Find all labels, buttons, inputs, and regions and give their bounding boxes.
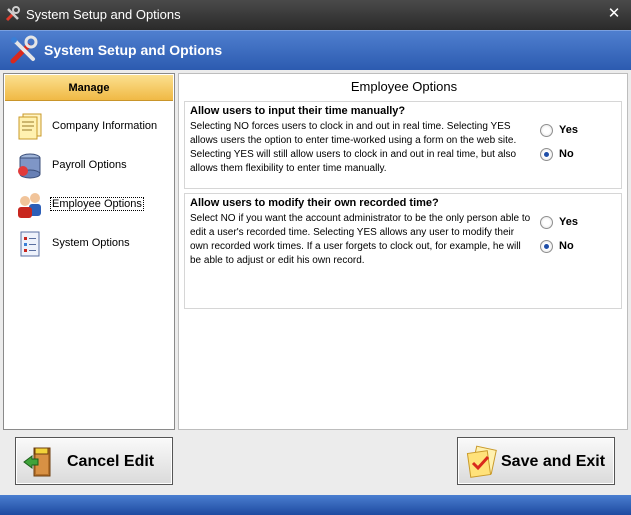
- header-band: System Setup and Options: [0, 30, 631, 70]
- modify-time-yes-option[interactable]: Yes: [540, 216, 610, 230]
- radio-no[interactable]: [540, 148, 553, 161]
- client-area: Manage Company Information Payroll Optio…: [0, 70, 631, 495]
- setup-tools-icon: [10, 35, 38, 64]
- radio-yes[interactable]: [540, 124, 553, 137]
- sidebar-item-label: Company Information: [52, 120, 158, 132]
- header-title: System Setup and Options: [44, 42, 223, 58]
- tools-icon: [5, 6, 20, 22]
- page-title: Employee Options: [350, 79, 458, 94]
- modify-time-group: Allow users to modify their own recorded…: [184, 193, 622, 309]
- window-title: System Setup and Options: [26, 7, 181, 22]
- manual-time-no-option[interactable]: No: [540, 148, 610, 162]
- group-question: Allow users to input their time manually…: [190, 105, 406, 117]
- sidebar: Manage Company Information Payroll Optio…: [3, 73, 175, 430]
- sidebar-item-company-information[interactable]: Company Information: [10, 110, 170, 144]
- exit-door-icon: [23, 447, 51, 477]
- sidebar-item-label: System Options: [52, 237, 130, 249]
- sidebar-item-payroll-options[interactable]: Payroll Options: [10, 149, 170, 183]
- save-and-exit-label: Save and Exit: [501, 453, 606, 470]
- sidebar-item-label: Payroll Options: [52, 159, 127, 171]
- cancel-edit-button[interactable]: Cancel Edit: [15, 437, 173, 485]
- sidebar-heading: Manage: [5, 75, 173, 101]
- footer-band: [0, 495, 631, 515]
- company-info-icon: [18, 113, 42, 140]
- radio-label: No: [559, 148, 574, 160]
- system-options-icon: [20, 231, 40, 257]
- cancel-edit-label: Cancel Edit: [67, 453, 155, 470]
- radio-label: Yes: [559, 124, 578, 136]
- sidebar-item-label: Employee Options: [50, 197, 144, 211]
- payroll-icon: [18, 153, 41, 179]
- window-titlebar: System Setup and Options ✕: [0, 0, 631, 30]
- group-description: Select NO if you want the account admini…: [190, 213, 531, 266]
- manual-time-yes-option[interactable]: Yes: [540, 124, 610, 138]
- sidebar-item-employee-options[interactable]: Employee Options: [10, 188, 170, 222]
- save-and-exit-button[interactable]: Save and Exit: [457, 437, 615, 485]
- radio-no[interactable]: [540, 240, 553, 253]
- radio-yes[interactable]: [540, 216, 553, 229]
- close-icon[interactable]: ✕: [605, 5, 623, 23]
- employee-options-panel: Employee Options Allow users to input th…: [178, 73, 628, 430]
- group-question: Allow users to modify their own recorded…: [190, 197, 439, 209]
- group-description: Selecting NO forces users to clock in an…: [190, 121, 517, 174]
- employee-icon: [18, 193, 41, 218]
- modify-time-no-option[interactable]: No: [540, 240, 610, 254]
- save-documents-icon: [466, 445, 497, 478]
- radio-label: No: [559, 240, 574, 252]
- radio-label: Yes: [559, 216, 578, 228]
- manual-time-group: Allow users to input their time manually…: [184, 101, 622, 189]
- sidebar-item-system-options[interactable]: System Options: [10, 227, 170, 261]
